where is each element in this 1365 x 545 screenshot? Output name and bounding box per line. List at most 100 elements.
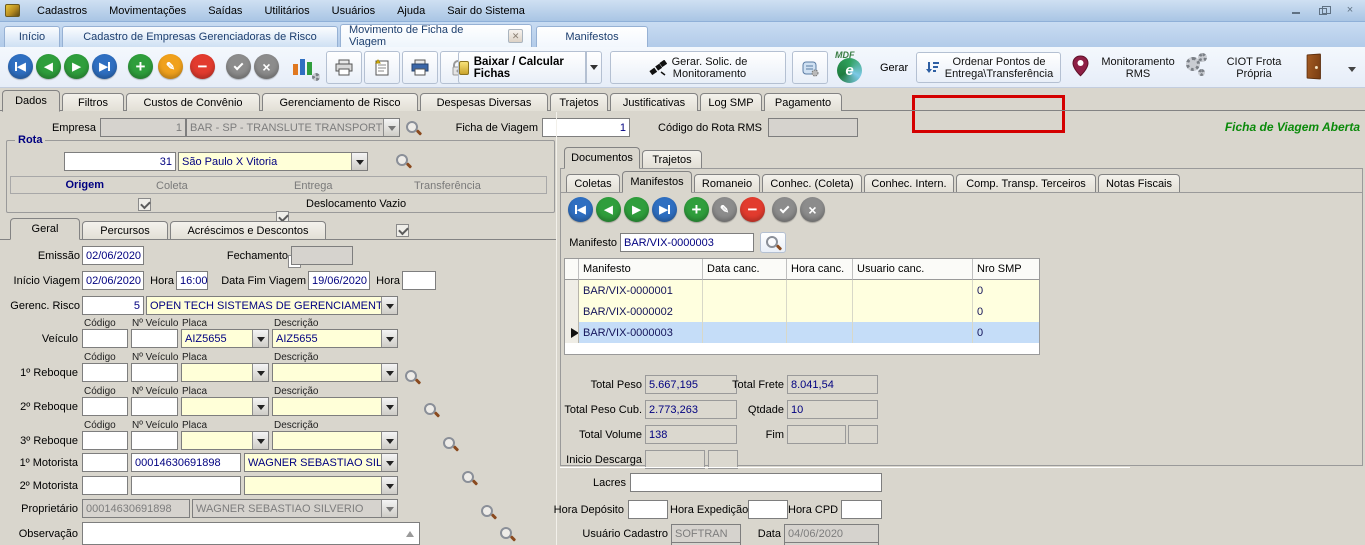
- tab-manifestos[interactable]: Manifestos: [536, 26, 648, 47]
- gerenc-risco-code-field[interactable]: 5: [82, 296, 144, 315]
- reboque1-desc-dropdown-icon[interactable]: [381, 364, 397, 381]
- tab-close-icon[interactable]: ✕: [508, 29, 523, 43]
- veiculo-lookup-icon[interactable]: [423, 402, 439, 418]
- motorista1-lookup-icon[interactable]: [499, 526, 515, 542]
- last-record-button[interactable]: ▶: [92, 54, 117, 79]
- left-tab-percursos[interactable]: Percursos: [82, 221, 168, 239]
- right-tab-documentos[interactable]: Documentos: [564, 147, 640, 169]
- reboque3-desc-dropdown-icon[interactable]: [381, 432, 397, 449]
- hora-cpd-field[interactable]: [841, 500, 882, 519]
- grid-last-button[interactable]: ▶: [652, 197, 677, 222]
- print-button[interactable]: [326, 51, 362, 84]
- monitoramento-rms-button[interactable]: [1072, 55, 1089, 80]
- page-tab-trajetos[interactable]: Trajetos: [550, 93, 608, 111]
- page-tab-gerenciamento[interactable]: Gerenciamento de Risco: [262, 93, 418, 111]
- window-close-button[interactable]: ×: [1337, 2, 1363, 17]
- veiculo-numero-field[interactable]: [131, 329, 178, 348]
- reboque3-numero-field[interactable]: [131, 431, 178, 450]
- grid-col-usuario-canc[interactable]: Usuario canc.: [853, 259, 973, 280]
- reboque2-desc-combo[interactable]: [272, 397, 398, 416]
- gerenc-lookup-icon[interactable]: [404, 369, 420, 385]
- subtab-comp-transp[interactable]: Comp. Transp. Terceiros: [956, 174, 1096, 192]
- inicio-viagem-field[interactable]: 02/06/2020: [82, 271, 144, 290]
- grid-col-nro-smp[interactable]: Nro SMP: [973, 259, 1039, 280]
- motorista1-combo[interactable]: WAGNER SEBASTIAO SILVE: [244, 453, 398, 472]
- reboque3-desc-combo[interactable]: [272, 431, 398, 450]
- confirm-button[interactable]: [226, 54, 251, 79]
- empresa-lookup-icon[interactable]: [405, 120, 421, 136]
- ciot-button[interactable]: [1186, 55, 1212, 81]
- cancel-button[interactable]: ×: [254, 54, 279, 79]
- grid-edit-button[interactable]: ✎: [712, 197, 737, 222]
- window-restore-button[interactable]: [1310, 4, 1336, 19]
- mdfe-logo[interactable]: MDF e: [833, 52, 873, 84]
- motorista2-dropdown-icon[interactable]: [381, 477, 397, 494]
- grid-col-manifesto[interactable]: Manifesto: [579, 259, 703, 280]
- reboque2-desc-dropdown-icon[interactable]: [381, 398, 397, 415]
- hora-inicio-field[interactable]: 16:00: [176, 271, 208, 290]
- menu-saidas[interactable]: Saídas: [197, 5, 253, 17]
- chart-config-icon[interactable]: [292, 55, 318, 79]
- report-button[interactable]: [364, 51, 400, 84]
- rota-dropdown-icon[interactable]: [351, 153, 367, 170]
- reboque2-numero-field[interactable]: [131, 397, 178, 416]
- reboque3-codigo-field[interactable]: [82, 431, 128, 450]
- motorista1-numero-field[interactable]: 00014630691898: [131, 453, 241, 472]
- veiculo-desc-combo[interactable]: AIZ5655: [272, 329, 398, 348]
- menu-ajuda[interactable]: Ajuda: [386, 5, 436, 17]
- baixar-calcular-button[interactable]: Baixar / Calcular Fichas: [458, 51, 586, 84]
- right-tab-trajetos[interactable]: Trajetos: [642, 150, 702, 168]
- grid-col-hora-canc[interactable]: Hora canc.: [787, 259, 853, 280]
- hora-fim-field[interactable]: [402, 271, 436, 290]
- veiculo-desc-dropdown-icon[interactable]: [381, 330, 397, 347]
- motorista1-dropdown-icon[interactable]: [381, 454, 397, 471]
- menu-usuarios[interactable]: Usuários: [321, 5, 386, 17]
- subtab-coletas[interactable]: Coletas: [566, 174, 620, 192]
- page-tab-dados[interactable]: Dados: [2, 90, 60, 112]
- page-tab-pagamento[interactable]: Pagamento: [764, 93, 842, 111]
- exit-door-icon[interactable]: [1307, 53, 1321, 79]
- subtab-notas-fiscais[interactable]: Notas Fiscais: [1098, 174, 1180, 192]
- veiculo-placa-dropdown-icon[interactable]: [252, 330, 268, 347]
- grid-confirm-button[interactable]: [772, 197, 797, 222]
- menu-cadastros[interactable]: Cadastros: [26, 5, 98, 17]
- gerar-solic-monitoramento-button[interactable]: Gerar. Solic. de Monitoramento: [610, 51, 786, 84]
- data-fim-field[interactable]: 19/06/2020: [308, 271, 370, 290]
- baixar-dropdown-button[interactable]: [586, 51, 602, 84]
- reboque1-lookup-icon[interactable]: [442, 436, 458, 452]
- hora-deposito-field[interactable]: [628, 500, 668, 519]
- rota-combo[interactable]: São Paulo X Vitoria: [178, 152, 368, 171]
- tab-inicio[interactable]: Início: [4, 26, 60, 47]
- first-record-button[interactable]: ◀: [8, 54, 33, 79]
- page-tab-custos[interactable]: Custos de Convênio: [126, 93, 260, 111]
- reboque1-placa-combo[interactable]: [181, 363, 269, 382]
- subtab-conhec-intern[interactable]: Conhec. Intern.: [864, 174, 954, 192]
- veiculo-placa-combo[interactable]: AIZ5655: [181, 329, 269, 348]
- motorista1-codigo-field[interactable]: [82, 453, 128, 472]
- print-preview-button[interactable]: [402, 51, 438, 84]
- ciot-label[interactable]: CIOT Frota Própria: [1216, 56, 1292, 80]
- next-record-button[interactable]: ▶: [64, 54, 89, 79]
- page-tab-logsmp[interactable]: Log SMP: [700, 93, 762, 111]
- motorista2-codigo-field[interactable]: [82, 476, 128, 495]
- page-tab-justificativas[interactable]: Justificativas: [610, 93, 698, 111]
- left-tab-geral[interactable]: Geral: [10, 218, 80, 240]
- grid-previous-button[interactable]: ◀: [596, 197, 621, 222]
- observacao-textarea[interactable]: [82, 522, 420, 545]
- menu-sair[interactable]: Sair do Sistema: [436, 5, 536, 17]
- subtab-romaneio[interactable]: Romaneio: [694, 174, 760, 192]
- tab-movimento-ficha[interactable]: Movimento de Ficha de Viagem ✕: [340, 24, 532, 47]
- reboque2-lookup-icon[interactable]: [461, 470, 477, 486]
- veiculo-codigo-field[interactable]: [82, 329, 128, 348]
- gerenc-dropdown-icon[interactable]: [381, 297, 397, 314]
- grid-add-button[interactable]: +: [684, 197, 709, 222]
- previous-record-button[interactable]: ◀: [36, 54, 61, 79]
- page-tab-filtros[interactable]: Filtros: [62, 93, 124, 111]
- reboque1-numero-field[interactable]: [131, 363, 178, 382]
- reboque2-codigo-field[interactable]: [82, 397, 128, 416]
- window-minimize-button[interactable]: [1283, 2, 1309, 17]
- reboque3-lookup-icon[interactable]: [480, 504, 496, 520]
- ordenar-pontos-button[interactable]: Ordenar Pontos de Entrega\Transferência: [916, 52, 1061, 83]
- motorista2-combo[interactable]: [244, 476, 398, 495]
- toolbar-overflow-icon[interactable]: [1348, 67, 1356, 76]
